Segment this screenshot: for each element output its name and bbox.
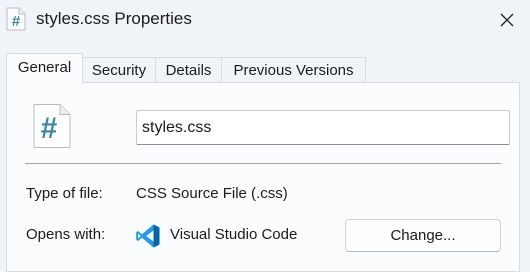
tab-label: Previous Versions (233, 62, 354, 79)
tab-security[interactable]: Security (82, 57, 156, 82)
close-icon (500, 13, 514, 27)
tab-label: Security (91, 62, 147, 79)
vscode-icon (136, 224, 160, 248)
css-file-icon: # (6, 7, 26, 31)
general-tab-panel: # Type of file: CSS Source File (.css) O… (6, 82, 520, 272)
type-of-file-label: Type of file: (26, 185, 103, 202)
change-button[interactable]: Change... (345, 219, 501, 252)
css-file-icon: # (33, 104, 71, 148)
divider (25, 163, 501, 164)
opens-with-label: Opens with: (26, 226, 106, 243)
svg-text:#: # (12, 13, 21, 30)
opens-with-app-name: Visual Studio Code (170, 226, 298, 243)
svg-text:#: # (41, 112, 58, 145)
tab-label: Details (165, 62, 212, 79)
tab-label: General (17, 59, 72, 76)
type-of-file-value: CSS Source File (.css) (136, 185, 288, 202)
tab-general[interactable]: General (6, 53, 83, 84)
tab-previous-versions[interactable]: Previous Versions (221, 57, 366, 82)
close-button[interactable] (484, 0, 530, 40)
file-name-field[interactable] (136, 110, 510, 145)
title-bar: # styles.css Properties (0, 0, 530, 40)
tab-details[interactable]: Details (155, 57, 222, 82)
window-title: styles.css Properties (36, 9, 192, 28)
